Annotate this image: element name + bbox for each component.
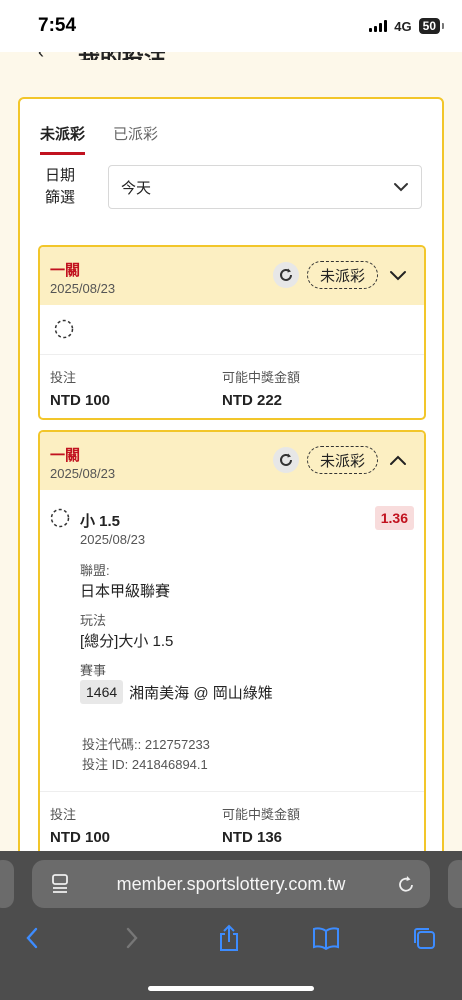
refresh-button[interactable]	[272, 447, 299, 473]
pending-circle-icon	[54, 319, 74, 339]
bet-card-body	[40, 305, 424, 355]
odds-badge: 1.36	[374, 506, 414, 530]
url-text: member.sportslottery.com.tw	[116, 873, 346, 894]
date-filter-label-line2: 篩選	[44, 189, 75, 206]
selection-date: 2025/08/23	[80, 532, 146, 547]
bet-card-footer: 投注 NTD 100 可能中獎金額 NTD 222	[40, 355, 424, 417]
next-tab-preview[interactable]	[448, 860, 462, 908]
stake-value: NTD 100	[50, 392, 111, 409]
event-code: 1464	[80, 680, 124, 704]
tab-unsettled[interactable]: 未派彩	[40, 123, 86, 155]
bets-panel: 未派彩 已派彩 日期 篩選 今天 一關 2025/08/23 未派彩 投注 NT…	[18, 97, 444, 867]
refresh-icon	[280, 453, 292, 466]
signal-icon	[369, 20, 388, 32]
market-label: 玩法	[80, 613, 107, 628]
reload-icon[interactable]	[396, 873, 416, 895]
date-select[interactable]: 今天	[108, 165, 422, 209]
collapse-toggle[interactable]	[386, 448, 410, 472]
selection-name: 小 1.5	[80, 513, 121, 530]
stake-label: 投注	[50, 370, 77, 385]
date-filter: 日期 篩選 今天	[40, 165, 422, 209]
browser-nav	[0, 921, 462, 957]
bet-card-header[interactable]: 一關 2025/08/23 未派彩	[40, 247, 424, 305]
bet-type: 一關	[50, 447, 81, 464]
bet-code: 投注代碼:: 212757233	[82, 737, 210, 752]
bet-date: 2025/08/23	[50, 466, 116, 481]
date-filter-label-line1: 日期	[44, 167, 75, 184]
page-menu-icon[interactable]	[50, 873, 70, 895]
stake-value: NTD 100	[50, 829, 111, 846]
status-indicators: 4G 50	[369, 18, 445, 34]
bet-date: 2025/08/23	[50, 281, 116, 296]
event-row: 1464 湘南美海 @ 岡山綠雉	[80, 680, 273, 704]
payout-label: 可能中獎金額	[222, 370, 301, 385]
refresh-icon	[280, 268, 292, 281]
bet-selection-detail: 小 1.5 2025/08/23 1.36 聯盟: 日本甲級聯賽 玩法 [總分]…	[40, 490, 424, 792]
chevron-right-icon	[126, 927, 138, 949]
bet-card-header[interactable]: 一關 2025/08/23 未派彩	[40, 432, 424, 490]
browser-toolbar: member.sportslottery.com.tw	[0, 851, 462, 1000]
book-icon	[313, 927, 339, 950]
address-bar[interactable]: member.sportslottery.com.tw	[32, 860, 430, 908]
tabs-button[interactable]	[409, 923, 439, 953]
pending-circle-icon	[50, 508, 70, 528]
chevron-up-icon	[390, 455, 406, 465]
payout-value: NTD 136	[222, 829, 283, 846]
chevron-down-icon	[394, 183, 408, 192]
battery-icon: 50	[418, 18, 445, 34]
network-type: 4G	[394, 18, 412, 34]
refresh-button[interactable]	[272, 262, 299, 288]
back-button[interactable]	[17, 923, 47, 953]
status-time: 7:54	[38, 15, 77, 36]
date-select-value: 今天	[121, 179, 152, 197]
previous-tab-preview[interactable]	[0, 860, 14, 908]
event-label: 賽事	[80, 663, 107, 678]
payout-value: NTD 222	[222, 392, 283, 409]
status-tabs: 未派彩 已派彩	[40, 123, 158, 155]
chevron-left-icon	[26, 927, 38, 949]
league-label: 聯盟:	[80, 563, 110, 578]
bet-type: 一關	[50, 262, 81, 279]
expand-toggle[interactable]	[386, 263, 410, 287]
chevron-down-icon	[390, 270, 406, 280]
home-indicator	[148, 986, 314, 991]
tabs-icon	[414, 928, 435, 949]
status-bar: 7:54 4G 50	[0, 0, 462, 52]
stake-label: 投注	[50, 807, 77, 822]
forward-button[interactable]	[117, 923, 147, 953]
date-filter-label: 日期 篩選	[40, 165, 80, 209]
share-icon	[220, 924, 238, 951]
bet-card: 一關 2025/08/23 未派彩 小 1.5 2025/08/23 1.36 …	[38, 430, 426, 865]
bookmarks-button[interactable]	[311, 923, 341, 953]
status-badge: 未派彩	[306, 446, 378, 474]
league-value: 日本甲級聯賽	[80, 583, 171, 600]
tab-settled[interactable]: 已派彩	[113, 123, 158, 155]
status-badge: 未派彩	[306, 261, 378, 289]
payout-label: 可能中獎金額	[222, 807, 301, 822]
bet-id: 投注 ID: 241846894.1	[82, 757, 208, 772]
market-value: [總分]大小 1.5	[80, 633, 174, 650]
bet-card-footer: 投注 NTD 100 可能中獎金額 NTD 136	[40, 792, 424, 854]
event-name: 湘南美海 @ 岡山綠雉	[129, 684, 273, 702]
bet-card: 一關 2025/08/23 未派彩 投注 NTD 100 可能中獎金額 NTD …	[38, 245, 426, 420]
share-button[interactable]	[214, 923, 244, 953]
